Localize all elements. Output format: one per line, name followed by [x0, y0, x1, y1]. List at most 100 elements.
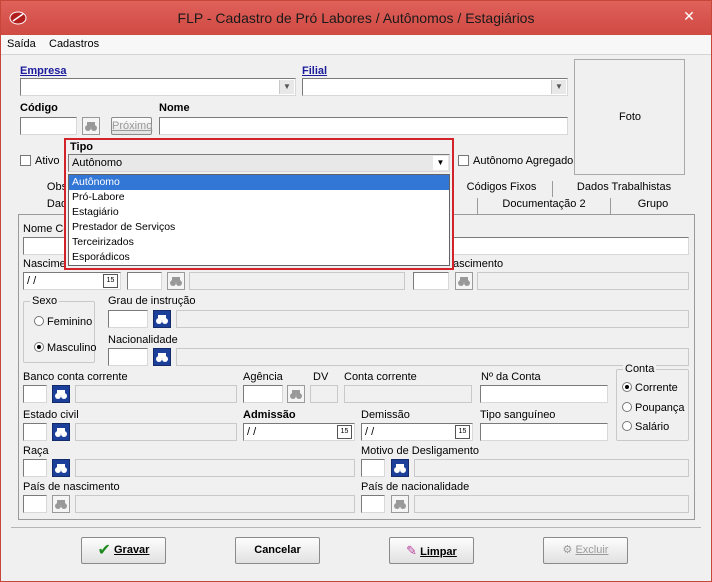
- ativo-label: Ativo: [35, 155, 60, 167]
- grau-instrucao-input[interactable]: [108, 310, 148, 328]
- tipo-combo[interactable]: Autônomo ▼: [68, 154, 450, 172]
- radio-masculino[interactable]: Masculino: [34, 342, 97, 354]
- tab-grupo[interactable]: Grupo: [610, 198, 695, 214]
- conta-group: Conta Corrente Poupança Salário: [616, 363, 689, 441]
- nacionalidade-input[interactable]: [108, 348, 148, 366]
- binoculars-icon[interactable]: [82, 117, 100, 135]
- banco-label: Banco conta corrente: [23, 371, 128, 383]
- binoculars-icon[interactable]: [52, 385, 70, 403]
- nascimento-date[interactable]: / / 15: [23, 272, 121, 290]
- nome-input[interactable]: [159, 117, 568, 135]
- calendar-icon[interactable]: 15: [337, 425, 352, 439]
- motivo-desligamento-label: Motivo de Desligamento: [361, 445, 480, 457]
- banco-desc: [75, 385, 237, 403]
- mun-nascimento-input[interactable]: [413, 272, 449, 290]
- menu-item-saida[interactable]: Saída: [7, 38, 36, 50]
- cancelar-button[interactable]: Cancelar: [235, 537, 320, 564]
- nome-label: Nome: [159, 102, 190, 114]
- photo-frame[interactable]: Foto: [574, 59, 685, 175]
- tipo-option[interactable]: Esporádicos: [69, 250, 449, 265]
- n-conta-input[interactable]: [480, 385, 608, 403]
- agencia-label: Agência: [243, 371, 283, 383]
- pais-nacionalidade-label: País de nacionalidade: [361, 481, 470, 493]
- uf-nascimento-input[interactable]: [127, 272, 162, 290]
- menu-item-cadastros[interactable]: Cadastros: [49, 38, 99, 50]
- binoculars-icon[interactable]: [153, 310, 171, 328]
- nascimento-value: / /: [27, 275, 37, 287]
- radio-feminino[interactable]: Feminino: [34, 316, 92, 328]
- tab-dados-trabalhistas[interactable]: Dados Trabalhistas: [552, 181, 695, 197]
- masculino-label: Masculino: [47, 342, 97, 354]
- calendar-icon[interactable]: 15: [455, 425, 470, 439]
- salario-label: Salário: [635, 421, 670, 433]
- empresa-label: Empresa: [20, 65, 67, 77]
- checkmark-icon: ✔: [97, 542, 111, 559]
- conta-corrente-input[interactable]: [344, 385, 472, 403]
- dv-input[interactable]: [310, 385, 338, 403]
- raca-desc: [75, 459, 355, 477]
- binoculars-icon[interactable]: [52, 423, 70, 441]
- chevron-down-icon[interactable]: ▼: [551, 80, 566, 94]
- binoculars-icon[interactable]: [391, 459, 409, 477]
- radio-poupanca[interactable]: Poupança: [622, 402, 685, 414]
- empresa-combo[interactable]: ▼: [20, 78, 296, 96]
- tipo-option[interactable]: Pró-Labore: [69, 190, 449, 205]
- binoculars-icon[interactable]: [167, 272, 185, 290]
- estado-civil-input[interactable]: [23, 423, 47, 441]
- tipo-label: Tipo: [70, 141, 94, 153]
- tab-codigos-fixos[interactable]: Códigos Fixos: [450, 181, 552, 197]
- excluir-button[interactable]: ⚙ Excluir: [543, 537, 628, 564]
- tipo-option[interactable]: Terceirizados: [69, 235, 449, 250]
- demissao-value: / /: [365, 426, 375, 438]
- autonomo-agregado-checkbox[interactable]: Autônomo Agregado: [458, 155, 573, 167]
- filial-combo[interactable]: ▼: [302, 78, 568, 96]
- estado-civil-label: Estado civil: [23, 409, 79, 421]
- estado-civil-desc: [75, 423, 237, 441]
- codigo-label: Código: [20, 102, 58, 114]
- agencia-input[interactable]: [243, 385, 283, 403]
- gravar-button[interactable]: ✔ Gravar: [81, 537, 166, 564]
- tab-documentacao-2[interactable]: Documentação 2: [477, 198, 610, 214]
- application-window: FLP - Cadastro de Pró Labores / Autônomo…: [0, 0, 712, 582]
- pais-nascimento-label: País de nascimento: [23, 481, 120, 493]
- radio-salario[interactable]: Salário: [622, 421, 669, 433]
- binoculars-icon[interactable]: [52, 459, 70, 477]
- menu-bar: Saída Cadastros: [1, 35, 711, 55]
- foto-label: Foto: [619, 111, 642, 123]
- limpar-button[interactable]: ✎ Limpar: [389, 537, 474, 564]
- dv-label: DV: [313, 371, 329, 383]
- tipo-dropdown-list[interactable]: Autônomo Pró-Labore Estagiário Prestador de…: [68, 174, 450, 266]
- separator: [11, 527, 701, 528]
- binoculars-icon[interactable]: [153, 348, 171, 366]
- demissao-date[interactable]: / / 15: [361, 423, 473, 441]
- calendar-icon[interactable]: 15: [103, 274, 118, 288]
- window-title: FLP - Cadastro de Pró Labores / Autônomo…: [177, 10, 535, 26]
- tipo-sanguineo-input[interactable]: [480, 423, 608, 441]
- motivo-desligamento-input[interactable]: [361, 459, 385, 477]
- pais-nascimento-input[interactable]: [23, 495, 47, 513]
- binoculars-icon[interactable]: [287, 385, 305, 403]
- binoculars-icon[interactable]: [52, 495, 70, 513]
- radio-corrente[interactable]: Corrente: [622, 382, 678, 394]
- mun-nascimento-desc: [477, 272, 689, 290]
- binoculars-icon[interactable]: [455, 272, 473, 290]
- codigo-input[interactable]: [20, 117, 77, 135]
- n-conta-label: Nº da Conta: [481, 371, 541, 383]
- close-icon[interactable]: ✕: [675, 6, 703, 26]
- tipo-option[interactable]: Prestador de Serviços: [69, 220, 449, 235]
- binoculars-icon[interactable]: [391, 495, 409, 513]
- tipo-option[interactable]: Estagiário: [69, 205, 449, 220]
- feminino-label: Feminino: [47, 316, 93, 328]
- chevron-down-icon[interactable]: ▼: [279, 80, 294, 94]
- admissao-date[interactable]: / / 15: [243, 423, 355, 441]
- conta-group-label: Conta: [623, 363, 657, 375]
- title-bar: FLP - Cadastro de Pró Labores / Autônomo…: [1, 1, 711, 35]
- banco-input[interactable]: [23, 385, 47, 403]
- raca-input[interactable]: [23, 459, 47, 477]
- pais-nascimento-desc: [75, 495, 355, 513]
- chevron-down-icon[interactable]: ▼: [433, 156, 448, 170]
- proximo-button[interactable]: Próximo: [111, 117, 152, 135]
- ativo-checkbox[interactable]: Ativo: [20, 155, 59, 167]
- pais-nacionalidade-input[interactable]: [361, 495, 385, 513]
- tipo-option[interactable]: Autônomo: [69, 175, 449, 190]
